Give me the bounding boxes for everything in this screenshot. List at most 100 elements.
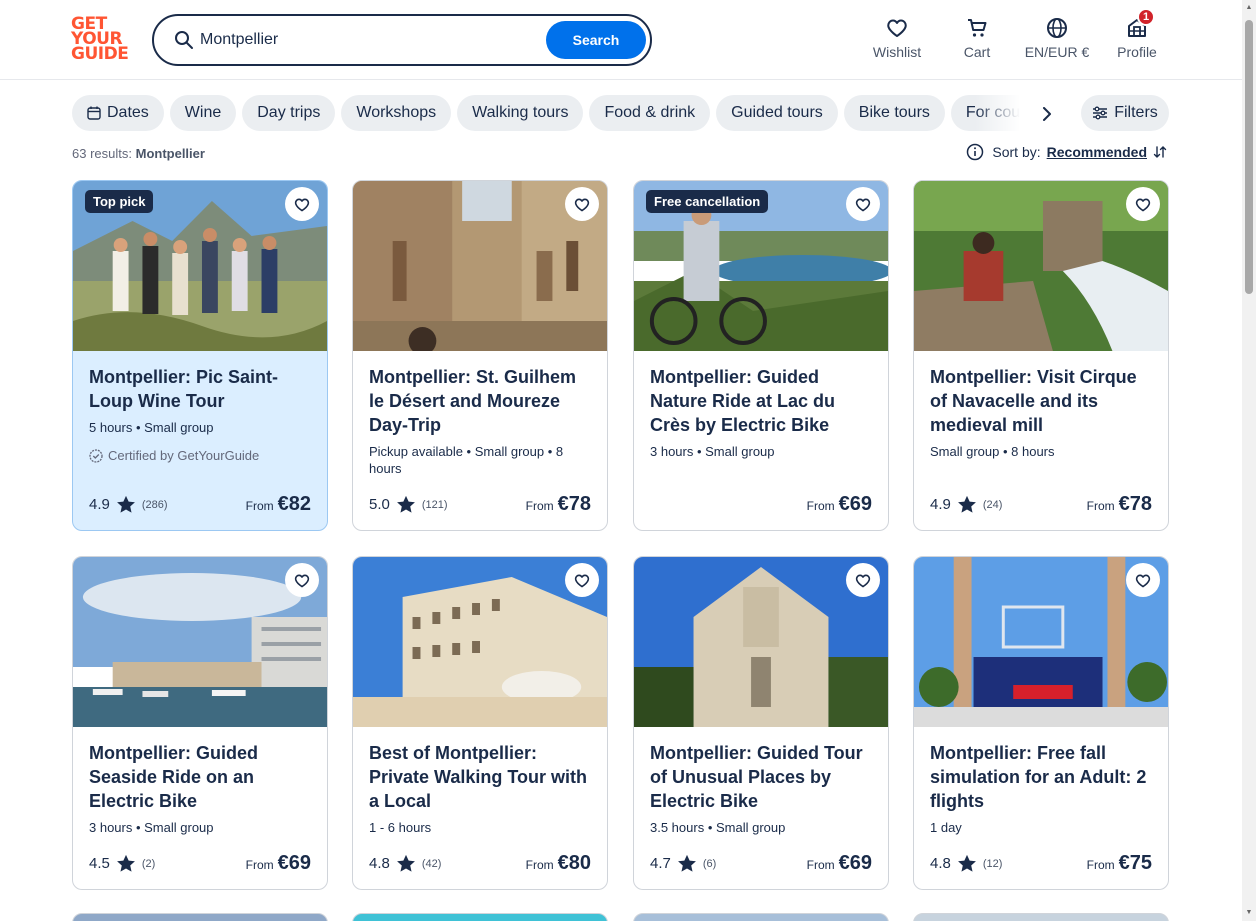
sliders-icon bbox=[1093, 106, 1108, 120]
next-card-peek bbox=[913, 913, 1169, 921]
activity-title[interactable]: Montpellier: Guided Nature Ride at Lac d… bbox=[650, 365, 872, 437]
card-body: Montpellier: Guided Tour of Unusual Plac… bbox=[634, 727, 888, 836]
price-value: €69 bbox=[277, 852, 311, 874]
chip-food-drink[interactable]: Food & drink bbox=[589, 95, 711, 131]
activity-meta: 5 hours • Small group bbox=[89, 420, 214, 435]
cart-icon bbox=[968, 19, 987, 37]
nav-language-label: EN/EUR € bbox=[1024, 44, 1090, 60]
results-location: Montpellier bbox=[135, 146, 205, 161]
price-value: €75 bbox=[1118, 852, 1152, 874]
info-icon[interactable] bbox=[966, 143, 984, 161]
sort-control[interactable]: Sort by: Recommended bbox=[966, 143, 1167, 161]
next-card-peek bbox=[633, 913, 889, 921]
activity-photo bbox=[353, 181, 607, 351]
rating: 5.0 (121) bbox=[369, 495, 448, 514]
rating-value: 4.9 bbox=[930, 496, 951, 513]
filters-button[interactable]: Filters bbox=[1081, 95, 1169, 131]
review-count: (6) bbox=[702, 857, 717, 870]
calendar-icon bbox=[87, 106, 101, 120]
price-value: €69 bbox=[838, 493, 872, 515]
scroll-up-arrow[interactable]: ▲ bbox=[1245, 4, 1253, 12]
price-from: From bbox=[245, 499, 274, 513]
chip-dates[interactable]: Dates bbox=[72, 95, 164, 131]
chip-bike-tours[interactable]: Bike tours bbox=[843, 95, 945, 131]
card-body: Montpellier: Visit Cirque of Navacelle a… bbox=[914, 351, 1168, 460]
wishlist-button[interactable] bbox=[846, 187, 880, 221]
card-body: Montpellier: St. Guilhem le Désert and M… bbox=[353, 351, 607, 477]
activity-card[interactable]: Top pick Montpellier: Pic Saint-Loup Win… bbox=[72, 180, 328, 531]
activity-title[interactable]: Best of Montpellier: Private Walking Tou… bbox=[369, 741, 591, 813]
top-pick-badge: Top pick bbox=[85, 190, 154, 213]
card-footer: 4.9 (24) From €78 bbox=[930, 492, 1152, 516]
chip-scroll-right[interactable] bbox=[1036, 103, 1058, 125]
star-icon bbox=[116, 495, 135, 513]
review-count: (12) bbox=[982, 857, 1003, 870]
chip-workshops[interactable]: Workshops bbox=[341, 95, 452, 131]
star-icon bbox=[677, 854, 696, 872]
results-count: 63 results: Montpellier bbox=[72, 146, 205, 161]
chip-walking-tours[interactable]: Walking tours bbox=[457, 95, 584, 131]
price: From €78 bbox=[1087, 493, 1152, 516]
price: From €75 bbox=[1087, 852, 1152, 875]
logo-line-3: GUIDE bbox=[71, 44, 129, 64]
activity-card[interactable]: Montpellier: Visit Cirque of Navacelle a… bbox=[913, 180, 1169, 531]
card-footer: 5.0 (121) From €78 bbox=[369, 492, 591, 516]
activity-title[interactable]: Montpellier: Guided Tour of Unusual Plac… bbox=[650, 741, 872, 813]
heart-icon bbox=[294, 198, 310, 212]
card-body: Montpellier: Guided Seaside Ride on an E… bbox=[73, 727, 327, 836]
wishlist-button[interactable] bbox=[1126, 563, 1160, 597]
nav-profile[interactable]: 1 Profile bbox=[1114, 8, 1160, 66]
chip-wine[interactable]: Wine bbox=[169, 95, 237, 131]
nav-profile-label: Profile bbox=[1117, 44, 1157, 60]
heart-icon bbox=[294, 574, 310, 588]
next-card-peek bbox=[352, 913, 608, 921]
activity-title[interactable]: Montpellier: St. Guilhem le Désert and M… bbox=[369, 365, 591, 437]
activity-card[interactable]: Montpellier: Free fall simulation for an… bbox=[913, 556, 1169, 890]
wishlist-button[interactable] bbox=[285, 563, 319, 597]
activity-card[interactable]: Montpellier: Guided Seaside Ride on an E… bbox=[72, 556, 328, 890]
activity-title[interactable]: Montpellier: Free fall simulation for an… bbox=[930, 741, 1152, 813]
wishlist-button[interactable] bbox=[565, 563, 599, 597]
sort-value[interactable]: Recommended bbox=[1047, 144, 1147, 160]
review-count: (2) bbox=[141, 857, 156, 870]
activity-title[interactable]: Montpellier: Guided Seaside Ride on an E… bbox=[89, 741, 311, 813]
activity-card[interactable]: Montpellier: St. Guilhem le Désert and M… bbox=[352, 180, 608, 531]
heart-icon bbox=[574, 574, 590, 588]
search-button[interactable]: Search bbox=[546, 21, 646, 59]
activity-title[interactable]: Montpellier: Pic Saint-Loup Wine Tour bbox=[89, 365, 311, 413]
wishlist-button[interactable] bbox=[565, 187, 599, 221]
search-input[interactable] bbox=[200, 28, 530, 52]
price: From €78 bbox=[526, 493, 591, 516]
nav-cart[interactable]: Cart bbox=[957, 16, 997, 66]
activity-card[interactable]: Free cancellation Montpellier: Guided Na… bbox=[633, 180, 889, 531]
price-from: From bbox=[806, 499, 835, 513]
chip-guided-tours[interactable]: Guided tours bbox=[716, 95, 838, 131]
chip-day-trips[interactable]: Day trips bbox=[242, 95, 336, 131]
scroll-down-arrow[interactable]: ▼ bbox=[1245, 909, 1253, 917]
wishlist-button[interactable] bbox=[1126, 187, 1160, 221]
wishlist-button[interactable] bbox=[846, 563, 880, 597]
activity-title[interactable]: Montpellier: Visit Cirque of Navacelle a… bbox=[930, 365, 1152, 437]
nav-wishlist-label: Wishlist bbox=[872, 44, 922, 60]
sort-label: Sort by: bbox=[992, 144, 1041, 160]
next-card-peek bbox=[72, 913, 328, 921]
rating-value: 5.0 bbox=[369, 496, 390, 513]
globe-icon bbox=[1047, 18, 1067, 38]
chevron-right-icon bbox=[1043, 107, 1051, 121]
activity-meta: Small group • 8 hours bbox=[930, 444, 1055, 459]
activity-card[interactable]: Best of Montpellier: Private Walking Tou… bbox=[352, 556, 608, 890]
card-footer: 4.9 (286) From €82 bbox=[89, 492, 311, 516]
rating: 4.8 (12) bbox=[930, 854, 1002, 873]
search-icon bbox=[175, 31, 193, 49]
search-bar: Search bbox=[152, 14, 652, 66]
nav-language-currency[interactable]: EN/EUR € bbox=[1020, 16, 1094, 66]
page-scrollbar[interactable]: ▲ ▼ bbox=[1242, 0, 1256, 921]
nav-wishlist[interactable]: Wishlist bbox=[870, 16, 924, 66]
wishlist-button[interactable] bbox=[285, 187, 319, 221]
rating-value: 4.7 bbox=[650, 855, 671, 872]
scrollbar-thumb[interactable] bbox=[1245, 20, 1253, 294]
activity-card[interactable]: Montpellier: Guided Tour of Unusual Plac… bbox=[633, 556, 889, 890]
card-body: Montpellier: Free fall simulation for an… bbox=[914, 727, 1168, 836]
getyourguide-logo[interactable]: GET YOUR GUIDE bbox=[71, 16, 129, 64]
card-footer: 4.5 (2) From €69 bbox=[89, 851, 311, 875]
